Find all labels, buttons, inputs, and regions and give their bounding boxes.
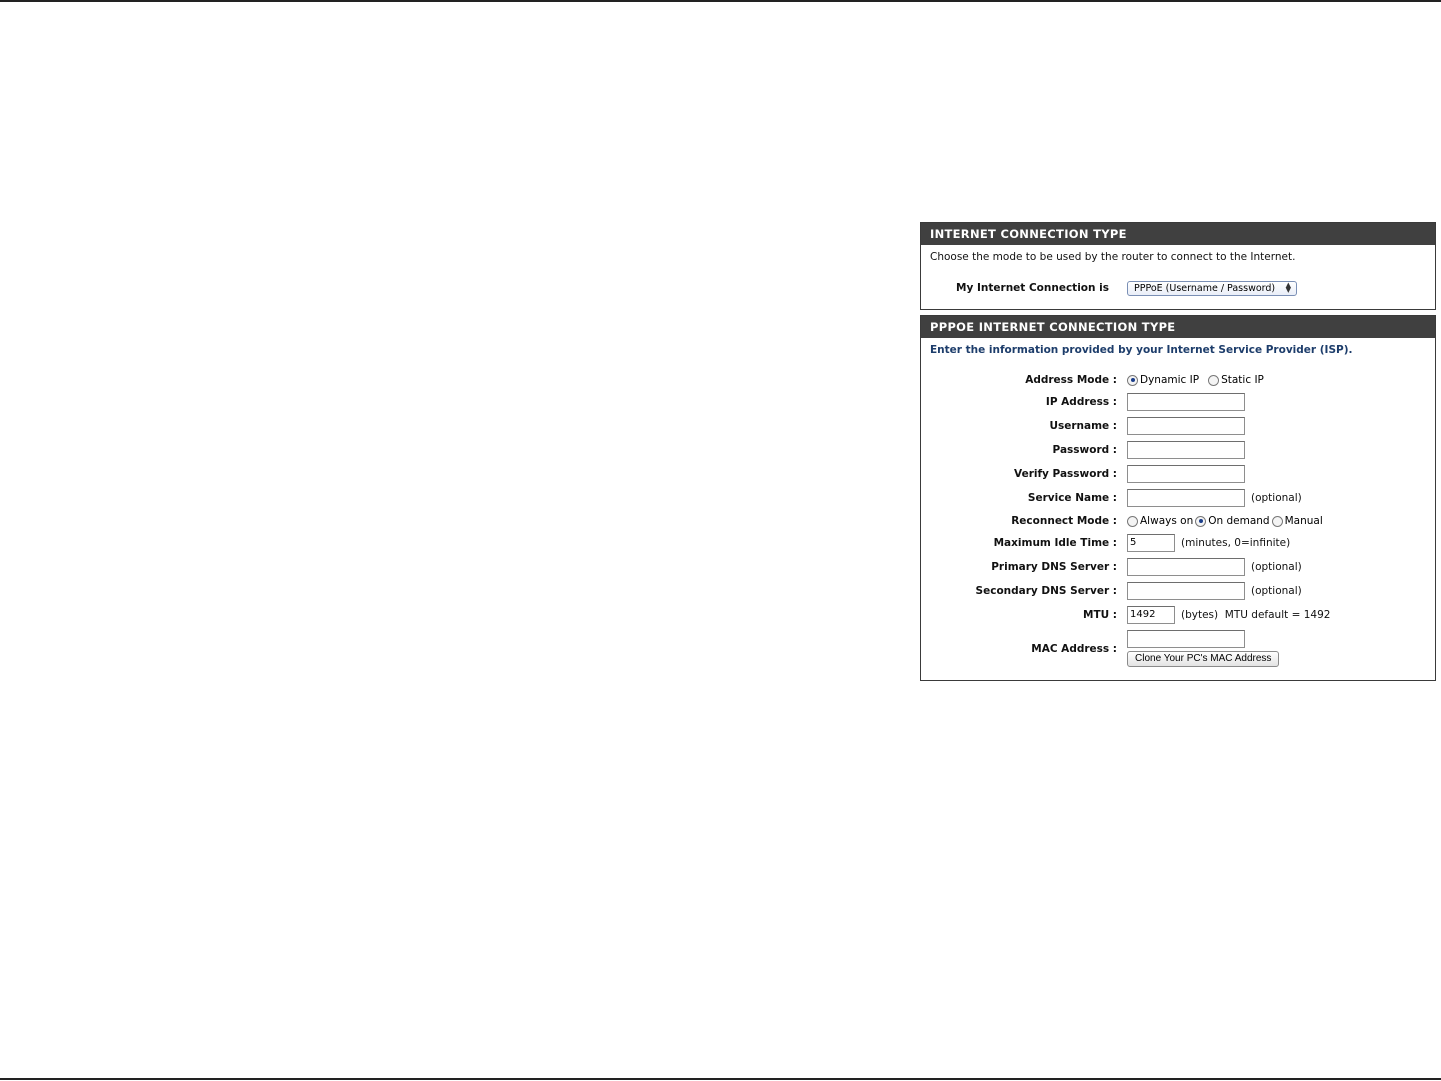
primary-dns-input[interactable] xyxy=(1127,558,1245,576)
mtu-note: (bytes) MTU default = 1492 xyxy=(1181,609,1331,621)
static-ip-label: Static IP xyxy=(1221,374,1264,386)
manual-label: Manual xyxy=(1284,515,1323,527)
verify-password-row: Verify Password : xyxy=(921,465,1435,485)
password-label: Password : xyxy=(1052,444,1117,456)
manual-radio[interactable] xyxy=(1271,515,1283,527)
verify-password-label: Verify Password : xyxy=(1014,468,1117,480)
ip-address-input[interactable] xyxy=(1127,393,1245,411)
connection-type-label: My Internet Connection is xyxy=(956,282,1109,294)
address-mode-control: Dynamic IP Static IP xyxy=(1127,371,1264,389)
verify-password-control xyxy=(1127,465,1245,483)
mtu-control: 1492 (bytes) MTU default = 1492 xyxy=(1127,606,1330,624)
always-on-label: Always on xyxy=(1140,515,1194,527)
clone-mac-address-button[interactable]: Clone Your PC's MAC Address xyxy=(1127,651,1280,667)
service-name-note: (optional) xyxy=(1251,492,1302,504)
on-demand-label: On demand xyxy=(1208,515,1270,527)
bottom-rule xyxy=(0,1078,1441,1080)
connection-type-row: My Internet Connection is PPPoE (Usernam… xyxy=(921,279,1435,299)
service-name-input[interactable] xyxy=(1127,489,1245,507)
address-mode-row: Address Mode : Dynamic IP Static IP xyxy=(921,371,1435,391)
username-input[interactable] xyxy=(1127,417,1245,435)
service-name-row: Service Name : (optional) xyxy=(921,489,1435,509)
panel-title: PPPOE INTERNET CONNECTION TYPE xyxy=(921,316,1435,338)
ip-address-row: IP Address : xyxy=(921,393,1435,413)
reconnect-mode-control: Always on On demand Manual xyxy=(1127,512,1323,530)
max-idle-time-note: (minutes, 0=infinite) xyxy=(1181,537,1291,549)
ip-address-label: IP Address : xyxy=(1045,396,1117,408)
verify-password-input[interactable] xyxy=(1127,465,1245,483)
username-row: Username : xyxy=(921,417,1435,437)
primary-dns-row: Primary DNS Server : (optional) xyxy=(921,558,1435,578)
static-ip-radio[interactable] xyxy=(1208,374,1220,386)
panel-description: Enter the information provided by your I… xyxy=(930,344,1353,356)
on-demand-radio[interactable] xyxy=(1195,515,1207,527)
connection-type-select[interactable]: PPPoE (Username / Password) ▲ ▼ xyxy=(1127,280,1297,296)
mac-address-label: MAC Address : xyxy=(1031,643,1117,655)
reconnect-mode-label: Reconnect Mode : xyxy=(1011,515,1117,527)
username-label: Username : xyxy=(1049,420,1117,432)
panel-title: INTERNET CONNECTION TYPE xyxy=(921,223,1435,245)
panel-description: Choose the mode to be used by the router… xyxy=(930,251,1296,263)
max-idle-time-row: Maximum Idle Time : 5 (minutes, 0=infini… xyxy=(921,534,1435,554)
internet-connection-type-panel: INTERNET CONNECTION TYPE Choose the mode… xyxy=(920,222,1436,310)
password-control xyxy=(1127,441,1245,459)
username-control xyxy=(1127,417,1245,435)
max-idle-time-control: 5 (minutes, 0=infinite) xyxy=(1127,534,1290,552)
mtu-row: MTU : 1492 (bytes) MTU default = 1492 xyxy=(921,606,1435,626)
connection-type-value: PPPoE (Username / Password) xyxy=(1134,282,1276,294)
address-mode-label: Address Mode : xyxy=(1025,374,1117,386)
secondary-dns-control: (optional) xyxy=(1127,582,1302,600)
top-rule xyxy=(0,0,1441,2)
always-on-radio[interactable] xyxy=(1127,515,1138,527)
secondary-dns-note: (optional) xyxy=(1251,585,1302,597)
reconnect-mode-row: Reconnect Mode : Always on On demand Man… xyxy=(921,512,1435,532)
mtu-label: MTU : xyxy=(1083,609,1117,621)
secondary-dns-input[interactable] xyxy=(1127,582,1245,600)
connection-type-control: PPPoE (Username / Password) ▲ ▼ xyxy=(1127,279,1297,297)
mtu-input[interactable]: 1492 xyxy=(1127,606,1175,624)
dynamic-ip-radio[interactable] xyxy=(1127,374,1138,386)
password-input[interactable] xyxy=(1127,441,1245,459)
mac-address-input[interactable] xyxy=(1127,630,1245,648)
primary-dns-note: (optional) xyxy=(1251,561,1302,573)
secondary-dns-row: Secondary DNS Server : (optional) xyxy=(921,582,1435,602)
max-idle-time-input[interactable]: 5 xyxy=(1127,534,1175,552)
ip-address-control xyxy=(1127,393,1245,411)
primary-dns-label: Primary DNS Server : xyxy=(991,561,1117,573)
page: INTERNET CONNECTION TYPE Choose the mode… xyxy=(0,0,1441,1081)
select-arrows-icon: ▲ ▼ xyxy=(1285,281,1291,294)
dynamic-ip-label: Dynamic IP xyxy=(1140,374,1200,386)
mac-address-control: Clone Your PC's MAC Address xyxy=(1127,630,1280,667)
secondary-dns-label: Secondary DNS Server : xyxy=(975,585,1117,597)
pppoe-connection-panel: PPPOE INTERNET CONNECTION TYPE Enter the… xyxy=(920,315,1436,681)
service-name-label: Service Name : xyxy=(1027,492,1117,504)
max-idle-time-label: Maximum Idle Time : xyxy=(993,537,1117,549)
mac-address-row: MAC Address : Clone Your PC's MAC Addres… xyxy=(921,630,1435,670)
primary-dns-control: (optional) xyxy=(1127,558,1302,576)
service-name-control: (optional) xyxy=(1127,489,1302,507)
password-row: Password : xyxy=(921,441,1435,461)
